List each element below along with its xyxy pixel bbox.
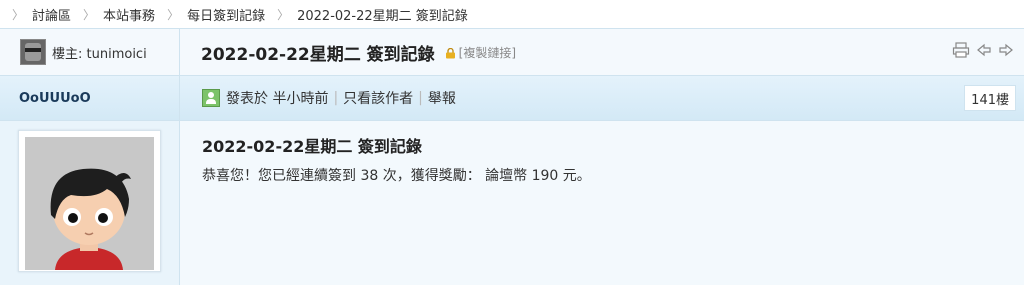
breadcrumb-label[interactable]: 討論區 — [32, 5, 71, 24]
report-link[interactable]: 舉報 — [428, 88, 456, 108]
breadcrumb-label[interactable]: 本站事務 — [103, 5, 155, 24]
thread-header: 樓主: tunimoici 2022-02-22星期二 簽到記錄 [複製鏈接] — [0, 29, 1024, 76]
breadcrumb-item-current: 〉 2022-02-22星期二 簽到記錄 — [277, 5, 468, 24]
breadcrumb-item-daily-checkin[interactable]: 〉 每日簽到記錄 — [167, 5, 265, 24]
author-avatar[interactable] — [20, 39, 46, 65]
print-icon[interactable] — [952, 42, 970, 58]
thread-author: 樓主: tunimoici — [0, 29, 180, 75]
breadcrumb-label: 2022-02-22星期二 簽到記錄 — [297, 8, 468, 24]
posted-time: 發表於 半小時前 — [226, 91, 329, 107]
author-label[interactable]: 樓主: tunimoici — [52, 43, 147, 62]
next-thread-icon[interactable] — [998, 42, 1014, 58]
post-content-title: 2022-02-22星期二 簽到記錄 — [202, 137, 422, 156]
breadcrumb-item-site-affairs[interactable]: 〉 本站事務 — [83, 5, 155, 24]
only-author-link[interactable]: 只看該作者 — [343, 88, 413, 108]
thread-title-area: 2022-02-22星期二 簽到記錄 [複製鏈接] — [201, 29, 516, 75]
breadcrumb-label[interactable]: 每日簽到記錄 — [187, 5, 265, 24]
lock-icon — [445, 47, 455, 58]
breadcrumb-item-forum[interactable]: 〉 討論區 — [12, 5, 71, 24]
copy-link-button[interactable]: [複製鏈接] — [459, 44, 516, 61]
chevron-right-icon: 〉 — [12, 7, 25, 22]
post-info-bar: OoUUUoO 發表於 半小時前 | 只看該作者 | 舉報 141樓 — [0, 76, 1024, 121]
thread-title: 2022-02-22星期二 簽到記錄 — [201, 44, 435, 65]
poster-name[interactable]: OoUUUoO — [19, 76, 91, 120]
chevron-right-icon: 〉 — [83, 7, 96, 22]
prev-thread-icon[interactable] — [976, 42, 992, 58]
post-content-body: 恭喜您！您已經連續簽到 38 次，獲得獎勵： 論壇幣 190 元。 — [202, 168, 591, 184]
post-meta: 發表於 半小時前 | 只看該作者 | 舉報 — [202, 76, 456, 120]
poster-avatar[interactable] — [18, 130, 161, 272]
floor-number[interactable]: 141樓 — [964, 85, 1016, 111]
breadcrumb: 〉 討論區 〉 本站事務 〉 每日簽到記錄 〉 2022-02-22星期二 簽到… — [0, 0, 1024, 29]
cartoon-avatar-image — [25, 137, 154, 270]
thread-tools — [952, 42, 1014, 58]
online-user-icon — [202, 89, 220, 107]
chevron-right-icon: 〉 — [277, 7, 290, 22]
chevron-right-icon: 〉 — [167, 7, 180, 22]
